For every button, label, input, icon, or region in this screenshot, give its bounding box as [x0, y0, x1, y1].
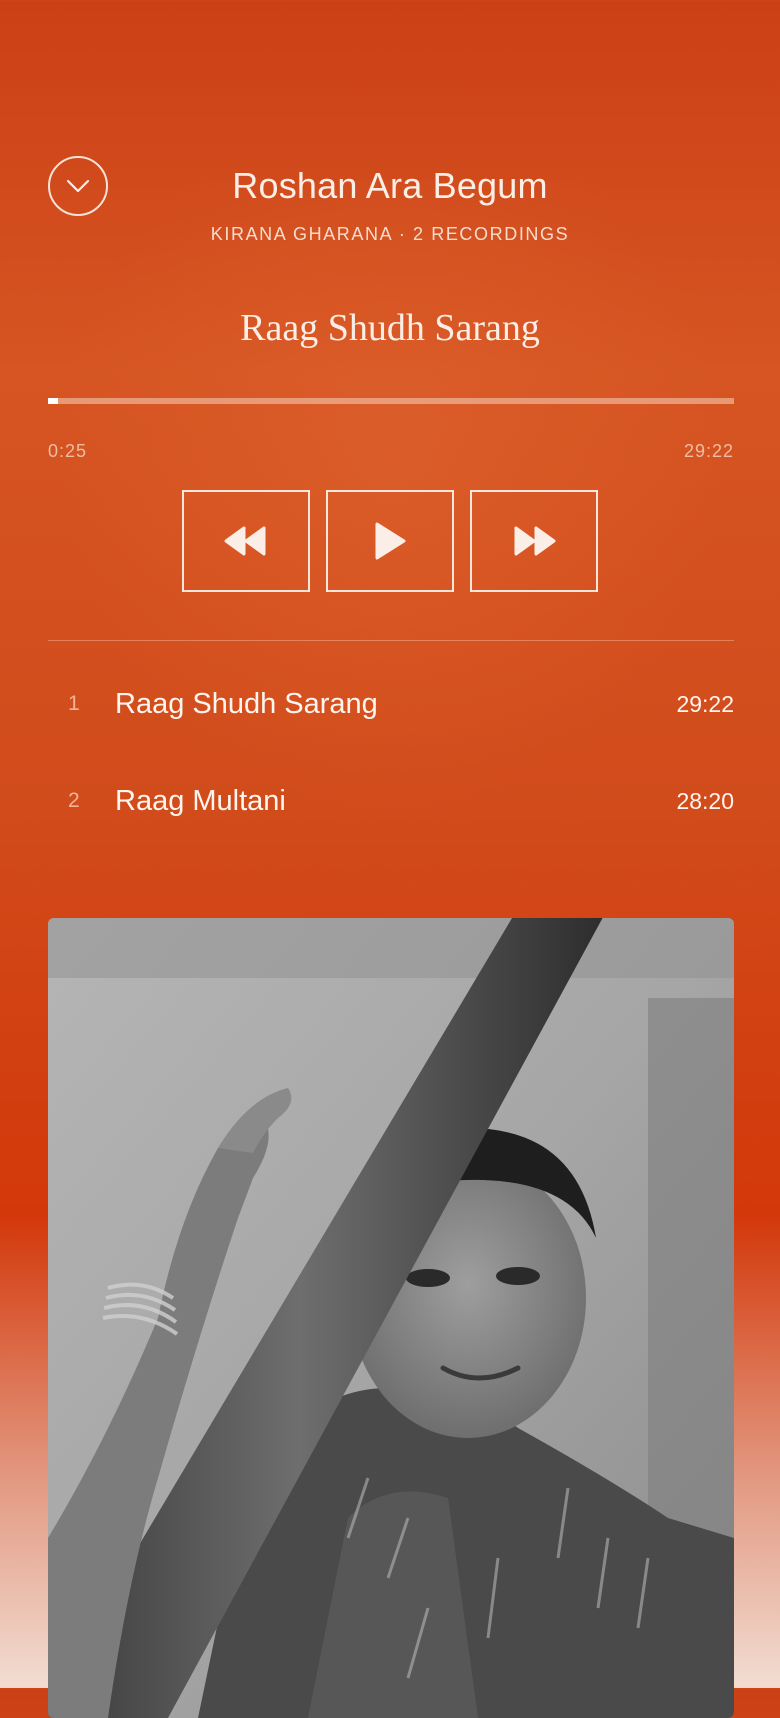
- fast-forward-icon: [514, 526, 556, 556]
- rewind-button[interactable]: [182, 490, 310, 592]
- play-icon: [375, 522, 406, 560]
- track-number: 2: [68, 789, 80, 812]
- track-number: 1: [68, 692, 80, 715]
- artist-name: Roshan Ara Begum: [232, 165, 548, 206]
- track-duration: 28:20: [676, 788, 734, 814]
- track-row[interactable]: 2 Raag Multani 28:20: [48, 767, 734, 847]
- fast-forward-button[interactable]: [470, 490, 598, 592]
- divider: [48, 640, 734, 641]
- track-title: Raag Shudh Sarang: [115, 688, 378, 720]
- elapsed-time: 0:25: [48, 441, 88, 461]
- now-playing-title: Raag Shudh Sarang: [240, 307, 540, 349]
- progress-fill: [48, 398, 58, 404]
- artist-subtitle: KIRANA GHARANA · 2 RECORDINGS: [210, 224, 570, 244]
- rewind-icon: [224, 526, 266, 556]
- play-button[interactable]: [326, 490, 454, 592]
- artist-photo-illustration: [48, 918, 734, 1718]
- artist-photo: [48, 918, 734, 1718]
- track-row[interactable]: 1 Raag Shudh Sarang 29:22: [48, 670, 734, 750]
- track-title: Raag Multani: [115, 785, 286, 817]
- progress-bar[interactable]: [48, 398, 734, 404]
- total-time: 29:22: [683, 441, 734, 461]
- track-duration: 29:22: [676, 691, 734, 717]
